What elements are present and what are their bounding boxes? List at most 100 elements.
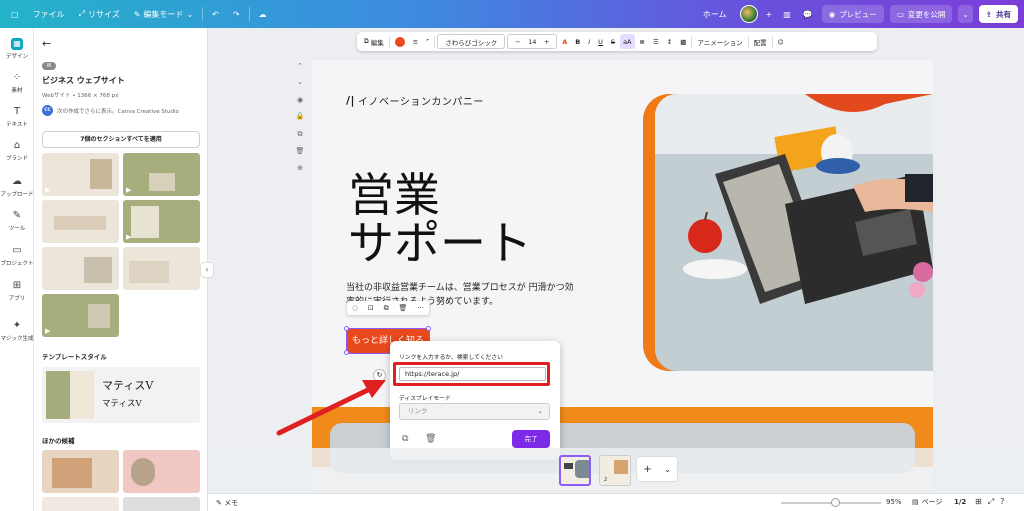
copy-icon[interactable]: ⧉ bbox=[402, 434, 408, 444]
list-icon[interactable]: ☰ bbox=[650, 34, 662, 49]
section-thumbnail[interactable] bbox=[42, 247, 119, 290]
chevron-down-icon[interactable]: ⌄ bbox=[293, 78, 307, 86]
text-color-icon[interactable]: A bbox=[559, 34, 570, 49]
strikethrough-icon[interactable]: S bbox=[608, 34, 618, 49]
page-thumbnail[interactable] bbox=[559, 455, 591, 486]
fullscreen-icon[interactable]: ⤢ bbox=[988, 497, 994, 507]
lock-icon[interactable]: ⊡ bbox=[368, 304, 374, 312]
candidate-thumbnail[interactable] bbox=[123, 450, 200, 493]
rail-item-apps[interactable]: ⊞ アプリ bbox=[0, 280, 34, 302]
duplicate-icon[interactable]: ⧉ bbox=[384, 304, 389, 313]
section-thumbnail[interactable]: ▶ bbox=[42, 153, 119, 196]
comment-icon[interactable]: ◌ bbox=[352, 304, 358, 312]
font-family-select[interactable]: さわらびゴシック bbox=[437, 34, 506, 49]
add-section-icon[interactable]: ⊕ bbox=[293, 164, 307, 172]
resize-handle[interactable] bbox=[426, 326, 431, 331]
align-icon[interactable]: ≣ bbox=[637, 34, 648, 49]
rail-label: ブランド bbox=[5, 156, 28, 162]
rail-item-design[interactable]: ▦ デザイン bbox=[0, 38, 34, 60]
rotate-icon[interactable]: ↻ bbox=[373, 369, 386, 382]
rail-item-text[interactable]: T テキスト bbox=[0, 106, 34, 128]
pages-button[interactable]: ▤ ページ bbox=[912, 497, 943, 507]
template-credit[interactable]: CC 次の作成でさらに表示。Canva Creative Studio bbox=[42, 105, 179, 116]
candidate-thumbnail[interactable] bbox=[42, 497, 119, 511]
duplicate-icon[interactable]: ⧉ bbox=[293, 130, 307, 139]
preview-label: プレビュー bbox=[839, 9, 877, 19]
candidate-thumbnail[interactable] bbox=[123, 497, 200, 511]
increase-icon[interactable]: + bbox=[544, 38, 549, 46]
arrange-button[interactable]: 配置 bbox=[751, 34, 770, 49]
display-mode-select[interactable]: リンク ⌄ bbox=[399, 403, 550, 420]
letter-case-icon[interactable]: aA bbox=[620, 34, 635, 49]
underline-icon[interactable]: U bbox=[595, 34, 606, 49]
section-thumbnail[interactable]: ▶ bbox=[123, 200, 200, 243]
brand-logo[interactable]: /| イノベーションカンパニー bbox=[346, 93, 484, 108]
help-icon[interactable]: ? bbox=[1000, 497, 1004, 507]
heading-line-1[interactable]: 営業 bbox=[348, 170, 440, 220]
paint-format-icon[interactable]: ⌬ bbox=[775, 34, 787, 49]
publish-button[interactable]: ▭ 変更を公開 bbox=[889, 5, 953, 23]
avatar[interactable] bbox=[739, 5, 758, 23]
share-button[interactable]: ⇪ 共有 bbox=[978, 5, 1018, 23]
trash-icon[interactable]: 🗑 bbox=[425, 434, 436, 444]
add-page-button[interactable]: + ⌄ bbox=[636, 456, 678, 482]
section-thumbnail[interactable]: ▶ bbox=[123, 153, 200, 196]
preview-button[interactable]: ◉ プレビュー bbox=[821, 5, 884, 23]
chevron-down-icon[interactable]: ⌄ bbox=[664, 465, 671, 474]
italic-icon[interactable]: I bbox=[585, 34, 593, 49]
publish-options-button[interactable]: ⌄ bbox=[958, 5, 973, 23]
hero-photo-frame[interactable] bbox=[643, 94, 933, 371]
home-link[interactable]: ホーム bbox=[696, 0, 734, 28]
resize-button[interactable]: ⤢ リサイズ bbox=[72, 0, 127, 28]
collapse-panel-button[interactable]: ‹ bbox=[200, 262, 214, 278]
resize-handle[interactable] bbox=[344, 326, 349, 331]
corner-icon[interactable]: ⌜ bbox=[423, 34, 432, 49]
page-thumbnail[interactable]: 2 bbox=[599, 455, 631, 486]
color-button[interactable] bbox=[392, 34, 408, 49]
done-button[interactable]: 完了 bbox=[512, 430, 550, 448]
eye-icon[interactable]: ◉ bbox=[293, 96, 307, 104]
undo-icon[interactable]: ↶ bbox=[205, 0, 226, 28]
trash-icon[interactable]: 🗑 bbox=[399, 304, 408, 312]
grid-view-icon[interactable]: ⊞ bbox=[975, 497, 982, 507]
chevron-up-icon[interactable]: ⌃ bbox=[293, 62, 307, 70]
decrease-icon[interactable]: − bbox=[515, 38, 520, 46]
resize-handle[interactable] bbox=[344, 350, 349, 355]
zoom-level[interactable]: 95% bbox=[886, 498, 902, 506]
template-style-card[interactable]: マティスV マティスV bbox=[42, 367, 200, 423]
redo-icon[interactable]: ↷ bbox=[226, 0, 247, 28]
rail-item-brand[interactable]: ⌂ ブランド bbox=[0, 140, 34, 162]
rail-item-uploads[interactable]: ☁ アップロード bbox=[0, 176, 34, 198]
back-arrow-icon[interactable]: ← bbox=[42, 37, 51, 50]
insights-icon[interactable]: ▥ bbox=[780, 0, 794, 28]
candidate-thumbnail[interactable] bbox=[42, 450, 119, 493]
animation-button[interactable]: アニメーション bbox=[694, 34, 745, 49]
rail-item-projects[interactable]: ▭ プロジェクト bbox=[0, 245, 34, 267]
rail-item-elements[interactable]: ⁘ 素材 bbox=[0, 72, 34, 94]
zoom-slider-knob[interactable] bbox=[831, 498, 840, 507]
lock-icon[interactable]: 🔒 bbox=[293, 112, 307, 120]
cloud-save-icon[interactable]: ☁ bbox=[252, 0, 274, 28]
file-menu[interactable]: ファイル bbox=[26, 0, 72, 28]
section-thumbnail[interactable] bbox=[42, 200, 119, 243]
rail-item-tools[interactable]: ✎ ツール bbox=[0, 210, 34, 232]
section-thumbnail[interactable]: ▶ bbox=[42, 294, 119, 337]
trash-icon[interactable]: 🗑 bbox=[293, 147, 307, 155]
more-icon[interactable]: ··· bbox=[417, 304, 424, 312]
font-size-stepper[interactable]: −14 + bbox=[507, 34, 558, 49]
transparency-icon[interactable]: ▩ bbox=[677, 34, 689, 49]
heading-line-2[interactable]: サポート bbox=[348, 218, 532, 268]
edit-mode-button[interactable]: ✎ 編集モード ⌄ bbox=[127, 0, 200, 28]
rail-item-magic[interactable]: ✦ マジック生成 bbox=[0, 320, 34, 342]
link-url-input[interactable] bbox=[399, 367, 546, 381]
add-collaborator-icon[interactable]: + bbox=[764, 0, 775, 28]
border-style-icon[interactable]: ≡ bbox=[410, 34, 421, 49]
section-thumbnail[interactable] bbox=[123, 247, 200, 290]
edit-button[interactable]: ⧉ 編集 bbox=[361, 34, 387, 49]
comment-icon[interactable]: 💬 bbox=[800, 0, 816, 28]
bold-icon[interactable]: B bbox=[572, 34, 583, 49]
notes-button[interactable]: ✎ メモ bbox=[216, 498, 238, 508]
menu-icon[interactable]: ▢ bbox=[0, 0, 26, 28]
spacing-icon[interactable]: ↕ bbox=[664, 34, 675, 49]
apply-all-sections-button[interactable]: 7個のセクションすべてを適用 bbox=[42, 131, 200, 148]
